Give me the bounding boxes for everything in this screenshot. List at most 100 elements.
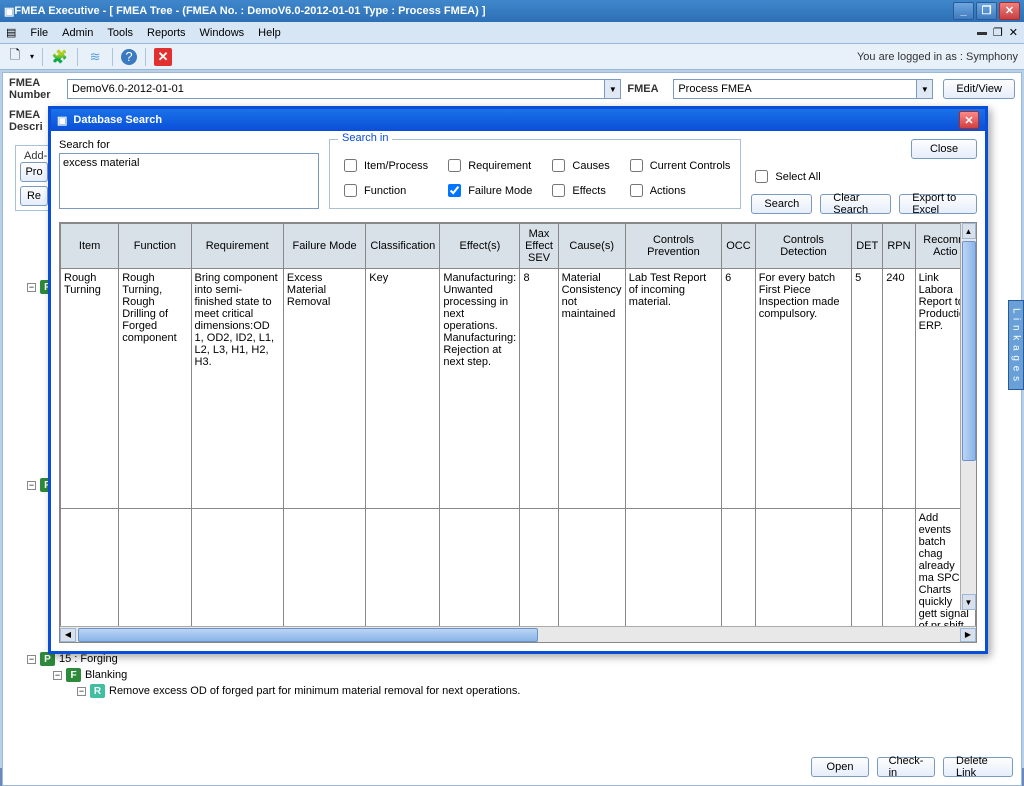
- column-header[interactable]: RPN: [883, 224, 915, 269]
- close-button[interactable]: Close: [911, 139, 977, 159]
- cell-cause: Material Consistency not maintained: [558, 269, 625, 509]
- scroll-left-icon[interactable]: ◀: [60, 628, 76, 642]
- menu-reports[interactable]: Reports: [147, 27, 186, 39]
- cell-function: [119, 509, 191, 627]
- cell-effects: Manufacturing: Unwanted processing in ne…: [440, 269, 520, 509]
- delete-link-button[interactable]: Delete Link: [943, 757, 1013, 777]
- scroll-right-icon[interactable]: ▶: [960, 628, 976, 642]
- layers-icon[interactable]: ≋: [86, 48, 104, 66]
- chevron-down-icon[interactable]: ▼: [604, 80, 620, 98]
- requirement-node-icon: R: [90, 684, 105, 698]
- clear-search-button[interactable]: Clear Search: [820, 194, 891, 214]
- column-header[interactable]: Function: [119, 224, 191, 269]
- column-header[interactable]: Controls Prevention: [625, 224, 721, 269]
- fmea-number-value: DemoV6.0-2012-01-01: [72, 83, 184, 95]
- tree-node-label[interactable]: Blanking: [85, 669, 127, 681]
- tree-icon[interactable]: 🧩: [51, 48, 69, 66]
- mdi-close-icon[interactable]: ✕: [1009, 26, 1018, 39]
- new-document-icon[interactable]: 🗋: [6, 48, 24, 66]
- minimize-button[interactable]: _: [953, 2, 974, 20]
- export-excel-button[interactable]: Export to Excel: [899, 194, 977, 214]
- menu-help[interactable]: Help: [258, 27, 281, 39]
- cell-classification: [366, 509, 440, 627]
- open-button[interactable]: Open: [811, 757, 869, 777]
- close-window-button[interactable]: ✕: [999, 2, 1020, 20]
- tree-node-label[interactable]: Remove excess OD of forged part for mini…: [109, 685, 520, 697]
- collapse-icon[interactable]: −: [77, 687, 86, 696]
- function-checkbox[interactable]: [344, 184, 357, 197]
- cell-cause: [558, 509, 625, 627]
- function-node-icon: F: [66, 668, 81, 682]
- menu-admin[interactable]: Admin: [62, 27, 93, 39]
- cell-det: 5: [852, 269, 883, 509]
- collapse-icon[interactable]: −: [27, 481, 36, 490]
- help-icon[interactable]: ?: [121, 49, 137, 65]
- process-node-icon: P: [40, 652, 55, 666]
- select-all-checkbox[interactable]: [755, 170, 768, 183]
- menu-windows[interactable]: Windows: [200, 27, 245, 39]
- column-header[interactable]: Requirement: [191, 224, 283, 269]
- column-header[interactable]: Item: [61, 224, 119, 269]
- cell-requirement: [191, 509, 283, 627]
- column-header[interactable]: Failure Mode: [283, 224, 365, 269]
- cell-item: Rough Turning: [61, 269, 119, 509]
- pro-button[interactable]: Pro: [20, 162, 48, 182]
- checkin-button[interactable]: Check-in: [877, 757, 935, 777]
- cell-det: [852, 509, 883, 627]
- current-controls-checkbox[interactable]: [630, 159, 643, 172]
- chevron-down-icon[interactable]: ▼: [916, 80, 932, 98]
- search-for-input[interactable]: [59, 153, 319, 209]
- search-button[interactable]: Search: [751, 194, 812, 214]
- fmea-number-combo[interactable]: DemoV6.0-2012-01-01 ▼: [67, 79, 621, 99]
- linkages-tab[interactable]: L i n k a g e s: [1008, 300, 1024, 390]
- column-header[interactable]: Cause(s): [558, 224, 625, 269]
- results-table[interactable]: ItemFunctionRequirementFailure ModeClass…: [60, 223, 976, 626]
- toolbar: 🗋 ▾ 🧩 ≋ ? ✕ You are logged in as : Symph…: [0, 44, 1024, 70]
- item-process-checkbox[interactable]: [344, 159, 357, 172]
- mdi-minimize-icon[interactable]: [977, 32, 987, 35]
- search-in-fieldset: Search in Item/Process Requirement Cause…: [329, 139, 741, 209]
- stop-icon[interactable]: ✕: [154, 48, 172, 66]
- add-fieldset-label: Add-: [20, 150, 51, 162]
- cell-detection: [755, 509, 851, 627]
- mdi-restore-icon[interactable]: ❐: [993, 26, 1003, 39]
- database-search-dialog: ▣ Database Search ✕ Search for Search in…: [48, 106, 988, 654]
- effects-checkbox[interactable]: [552, 184, 565, 197]
- app-icon: ▣: [4, 5, 14, 18]
- re-button[interactable]: Re: [20, 186, 48, 206]
- column-header[interactable]: Classification: [366, 224, 440, 269]
- table-row[interactable]: Add events batch chag already ma SPC Cha…: [61, 509, 976, 627]
- cell-rpn: [883, 509, 915, 627]
- column-header[interactable]: DET: [852, 224, 883, 269]
- collapse-icon[interactable]: −: [27, 655, 36, 664]
- fmea-type-combo[interactable]: Process FMEA ▼: [673, 79, 933, 99]
- tree-node-label[interactable]: 15 : Forging: [59, 653, 118, 665]
- scroll-down-icon[interactable]: ▼: [962, 594, 976, 610]
- column-header[interactable]: Effect(s): [440, 224, 520, 269]
- collapse-icon[interactable]: −: [53, 671, 62, 680]
- causes-checkbox[interactable]: [552, 159, 565, 172]
- cell-requirement: Bring component into semi-finished state…: [191, 269, 283, 509]
- column-header[interactable]: Max Effect SEV: [520, 224, 558, 269]
- table-row[interactable]: Rough TurningRough Turning, Rough Drilli…: [61, 269, 976, 509]
- menu-file[interactable]: File: [30, 27, 48, 39]
- column-header[interactable]: OCC: [722, 224, 756, 269]
- cell-rpn: 240: [883, 269, 915, 509]
- window-titlebar: ▣ FMEA Executive - [ FMEA Tree - (FMEA N…: [0, 0, 1024, 22]
- collapse-icon[interactable]: −: [27, 283, 36, 292]
- menu-tools[interactable]: Tools: [107, 27, 133, 39]
- dialog-icon: ▣: [57, 114, 67, 127]
- requirement-checkbox[interactable]: [448, 159, 461, 172]
- vertical-scrollbar[interactable]: ▲ ▼: [960, 223, 976, 610]
- column-header[interactable]: Controls Detection: [755, 224, 851, 269]
- dialog-title: Database Search: [73, 114, 162, 126]
- maximize-button[interactable]: ❐: [976, 2, 997, 20]
- results-grid: ItemFunctionRequirementFailure ModeClass…: [59, 222, 977, 643]
- cell-effects: [440, 509, 520, 627]
- edit-view-button[interactable]: Edit/View: [943, 79, 1015, 99]
- horizontal-scrollbar[interactable]: ◀ ▶: [60, 626, 976, 642]
- actions-checkbox[interactable]: [630, 184, 643, 197]
- scroll-up-icon[interactable]: ▲: [962, 223, 976, 239]
- failure-mode-checkbox[interactable]: [448, 184, 461, 197]
- close-dialog-button[interactable]: ✕: [959, 111, 979, 129]
